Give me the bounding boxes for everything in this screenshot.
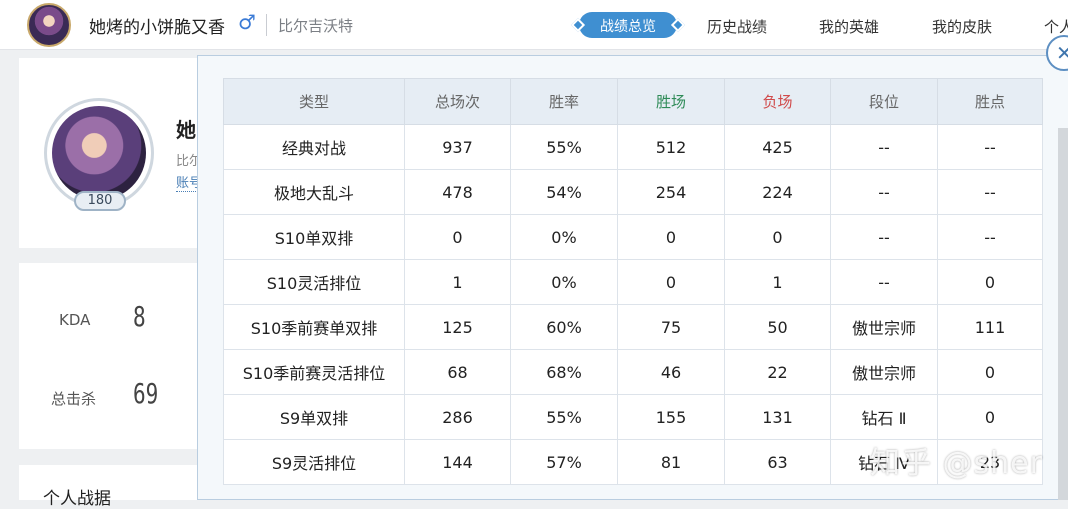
table-cell: 0 bbox=[937, 394, 1043, 440]
table-row: S10灵活排位 1 0% 0 1 -- 0 bbox=[223, 259, 1043, 305]
player-name: 她烤的小饼脆又香 bbox=[89, 18, 225, 38]
table-cell: 0% bbox=[510, 214, 618, 260]
table-cell: 54% bbox=[510, 169, 618, 215]
table-cell: 0 bbox=[617, 214, 725, 260]
tab-heroes[interactable]: 我的英雄 bbox=[819, 16, 879, 37]
account-link[interactable]: 账号 bbox=[176, 172, 198, 192]
table-cell: 55% bbox=[510, 394, 618, 440]
kills-label: 总击杀 bbox=[51, 390, 97, 408]
table-header-row: 类型 总场次 胜率 胜场 负场 段位 胜点 bbox=[223, 78, 1043, 125]
table-cell: S10灵活排位 bbox=[223, 259, 405, 305]
table-cell: 0 bbox=[724, 214, 831, 260]
table-cell: 傲世宗师 bbox=[830, 349, 938, 395]
tab-history[interactable]: 历史战绩 bbox=[707, 16, 767, 37]
table-cell: 22 bbox=[724, 349, 831, 395]
tab-skins[interactable]: 我的皮肤 bbox=[932, 16, 992, 37]
avatar[interactable] bbox=[27, 3, 71, 47]
table-cell: 68 bbox=[404, 349, 511, 395]
table-cell: -- bbox=[937, 214, 1043, 260]
table-cell: 0 bbox=[404, 214, 511, 260]
table-row: 经典对战 937 55% 512 425 -- -- bbox=[223, 124, 1043, 170]
column-header: 胜场 bbox=[617, 78, 725, 125]
divider bbox=[266, 14, 267, 36]
column-header: 类型 bbox=[223, 78, 405, 125]
table-cell: 傲世宗师 bbox=[830, 304, 938, 350]
table-cell: 75 bbox=[617, 304, 725, 350]
close-icon: ✕ bbox=[1056, 41, 1068, 65]
table-cell: 111 bbox=[937, 304, 1043, 350]
kda-label: KDA bbox=[59, 311, 91, 329]
table-cell: 55% bbox=[510, 124, 618, 170]
tab-personal[interactable]: 个人 bbox=[1044, 16, 1068, 37]
table-cell: 155 bbox=[617, 394, 725, 440]
table-cell: 50 bbox=[724, 304, 831, 350]
table-cell: 0% bbox=[510, 259, 618, 305]
table-row: S9单双排 286 55% 155 131 钻石 Ⅱ0 bbox=[223, 394, 1043, 440]
table-cell: 0 bbox=[937, 259, 1043, 305]
table-cell: 1 bbox=[724, 259, 831, 305]
table-cell: 425 bbox=[724, 124, 831, 170]
table-cell: 57% bbox=[510, 439, 618, 485]
kda-value: 8 bbox=[133, 300, 146, 333]
table-cell: 极地大乱斗 bbox=[223, 169, 405, 215]
level-badge: 180 bbox=[74, 191, 126, 211]
profile-server: 比尔 bbox=[176, 154, 198, 169]
table-cell: S10季前赛单双排 bbox=[223, 304, 405, 350]
stats-card bbox=[19, 263, 197, 449]
table-cell: 131 bbox=[724, 394, 831, 440]
table-cell: -- bbox=[937, 124, 1043, 170]
profile-name: 她 bbox=[176, 118, 196, 142]
table-cell: S9单双排 bbox=[223, 394, 405, 440]
table-cell: 46 bbox=[617, 349, 725, 395]
table-cell: 144 bbox=[404, 439, 511, 485]
table-cell: 81 bbox=[617, 439, 725, 485]
table-cell: 125 bbox=[404, 304, 511, 350]
table-cell: 254 bbox=[617, 169, 725, 215]
table-cell: 937 bbox=[404, 124, 511, 170]
column-header: 总场次 bbox=[404, 78, 511, 125]
column-header: 胜点 bbox=[937, 78, 1043, 125]
table-row: S10单双排 0 0% 0 0 -- -- bbox=[223, 214, 1043, 260]
table-cell: -- bbox=[830, 259, 938, 305]
table-cell: 286 bbox=[404, 394, 511, 440]
profile-avatar[interactable] bbox=[52, 106, 146, 200]
table-cell: 63 bbox=[724, 439, 831, 485]
male-icon: ♂ bbox=[238, 10, 256, 34]
table-cell: -- bbox=[830, 124, 938, 170]
table-cell: S10单双排 bbox=[223, 214, 405, 260]
table-cell: 68% bbox=[510, 349, 618, 395]
table-cell: -- bbox=[830, 169, 938, 215]
table-cell: 钻石 Ⅱ bbox=[830, 394, 938, 440]
tab-overview[interactable]: 战绩总览 bbox=[570, 12, 686, 38]
table-cell: S10季前赛灵活排位 bbox=[223, 349, 405, 395]
column-header: 负场 bbox=[724, 78, 831, 125]
scrollbar[interactable] bbox=[1058, 128, 1068, 500]
table-cell: 0 bbox=[617, 259, 725, 305]
table-cell: -- bbox=[937, 169, 1043, 215]
table-row: 极地大乱斗 478 54% 254 224 -- -- bbox=[223, 169, 1043, 215]
table-cell: S9灵活排位 bbox=[223, 439, 405, 485]
section-title: 个人战据 bbox=[43, 489, 111, 509]
column-header: 胜率 bbox=[510, 78, 618, 125]
kills-value: 69 bbox=[133, 377, 159, 410]
top-bar: 她烤的小饼脆又香 ♂ 比尔吉沃特 战绩总览 历史战绩 我的英雄 我的皮肤 个人 bbox=[0, 0, 1068, 50]
table-cell: 224 bbox=[724, 169, 831, 215]
table-cell: 512 bbox=[617, 124, 725, 170]
watermark: 知乎 @sher bbox=[870, 446, 1043, 481]
server-name: 比尔吉沃特 bbox=[278, 17, 354, 35]
table-cell: 1 bbox=[404, 259, 511, 305]
table-row: S10季前赛单双排 125 60% 75 50 傲世宗师 111 bbox=[223, 304, 1043, 350]
table-cell: 0 bbox=[937, 349, 1043, 395]
stats-table: 类型 总场次 胜率 胜场 负场 段位 胜点 经典对战 937 55% 512 425 --… bbox=[223, 78, 1043, 485]
table-cell: 478 bbox=[404, 169, 511, 215]
tab-label: 战绩总览 bbox=[600, 19, 656, 35]
table-cell: -- bbox=[830, 214, 938, 260]
table-cell: 经典对战 bbox=[223, 124, 405, 170]
table-cell: 60% bbox=[510, 304, 618, 350]
column-header: 段位 bbox=[830, 78, 938, 125]
table-row: S10季前赛灵活排位 68 68% 46 22 傲世宗师 0 bbox=[223, 349, 1043, 395]
